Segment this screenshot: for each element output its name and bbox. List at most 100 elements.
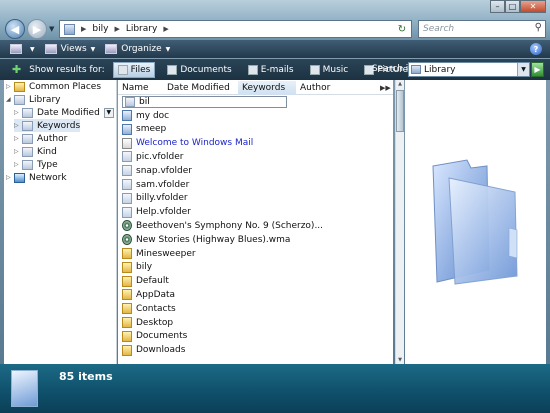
- search-input[interactable]: Search ⚲: [418, 20, 546, 38]
- refresh-icon[interactable]: ↻: [395, 22, 409, 36]
- list-item[interactable]: smeep: [122, 123, 166, 136]
- filter-label: Files: [130, 64, 151, 75]
- folder-icon: [122, 261, 132, 273]
- item-count: 85 items: [59, 370, 113, 383]
- folder-icon: [22, 146, 33, 157]
- list-item[interactable]: New Stories (Highway Blues).wma: [122, 233, 290, 246]
- more-columns-icon[interactable]: ▶▶: [376, 81, 392, 95]
- chevron-down-icon[interactable]: ▼: [517, 63, 529, 76]
- tree-item-common-places[interactable]: ▷ Common Places: [6, 80, 101, 93]
- tree-item-label: Keywords: [37, 120, 81, 131]
- column-keywords[interactable]: Keywords: [238, 81, 296, 95]
- layout-button[interactable]: ▼: [10, 44, 35, 54]
- column-headers: Name Date Modified Keywords Author ▶▶: [118, 81, 393, 95]
- filter-label: Music: [322, 64, 349, 75]
- list-item[interactable]: my doc: [122, 109, 169, 122]
- filter-music-button[interactable]: Music: [306, 63, 353, 77]
- organize-button[interactable]: Organize ▼: [105, 44, 170, 54]
- file-name: Welcome to Windows Mail: [136, 138, 254, 149]
- expand-icon[interactable]: ▷: [6, 174, 14, 181]
- folder-icon: [122, 289, 132, 301]
- column-author[interactable]: Author: [296, 81, 366, 95]
- breadcrumb-separator-icon: ▶: [114, 25, 120, 33]
- collapse-icon[interactable]: ◢: [6, 96, 14, 103]
- list-item[interactable]: AppData: [122, 288, 175, 301]
- file-name: sam.vfolder: [136, 179, 190, 190]
- list-item[interactable]: Contacts: [122, 302, 176, 315]
- column-date-modified[interactable]: Date Modified: [163, 81, 238, 95]
- list-item[interactable]: Help.vfolder: [122, 206, 191, 219]
- tree-item-date-modified[interactable]: ▷ Date Modified ▼: [14, 106, 114, 119]
- list-item[interactable]: snap.vfolder: [122, 164, 192, 177]
- list-item[interactable]: Beethoven's Symphony No. 9 (Scherzo)...: [122, 219, 323, 232]
- file-name: Minesweeper: [136, 248, 196, 259]
- list-item[interactable]: Downloads: [122, 344, 185, 357]
- minimize-button[interactable]: –: [490, 0, 505, 13]
- tree-item-kind[interactable]: ▷ Kind: [14, 145, 57, 158]
- virtual-folder-icon: [122, 192, 132, 204]
- chevron-down-icon[interactable]: ▼: [103, 107, 114, 118]
- list-item[interactable]: Welcome to Windows Mail: [122, 137, 253, 150]
- breadcrumb-library[interactable]: Library: [126, 24, 157, 34]
- forward-button[interactable]: ▶: [27, 19, 47, 39]
- vertical-scrollbar[interactable]: ▲ ▼: [395, 80, 404, 364]
- recent-pages-dropdown-icon[interactable]: ▼: [49, 25, 54, 33]
- expand-icon[interactable]: ▷: [14, 161, 22, 168]
- filter-files-button[interactable]: Files: [112, 61, 156, 78]
- close-button[interactable]: ✕: [520, 0, 546, 13]
- expand-icon[interactable]: ▷: [14, 148, 22, 155]
- scroll-up-icon[interactable]: ▲: [396, 80, 404, 88]
- list-item[interactable]: billy.vfolder: [122, 192, 188, 205]
- back-button[interactable]: ◀: [5, 19, 25, 39]
- chevron-down-icon: ▼: [90, 45, 96, 53]
- filter-documents-button[interactable]: Documents: [163, 63, 235, 77]
- tree-item-type[interactable]: ▷ Type: [14, 158, 58, 171]
- maximize-button[interactable]: □: [505, 0, 520, 13]
- expand-icon[interactable]: ▷: [14, 135, 22, 142]
- list-item[interactable]: Desktop: [122, 316, 173, 329]
- list-item[interactable]: Minesweeper: [122, 247, 196, 260]
- list-item[interactable]: pic.vfolder: [122, 150, 183, 163]
- views-button[interactable]: Views ▼: [44, 44, 96, 54]
- add-criteria-icon[interactable]: ✚: [12, 63, 21, 76]
- navigation-pane: ▷ Common Places ◢ Library ▷ Date Modifie…: [4, 80, 117, 364]
- search-icon[interactable]: ⚲: [535, 22, 542, 33]
- title-bar: – □ ✕ ◀ ▶ ▼ ▶ bily ▶ Library ▶ ↻ Search …: [0, 0, 550, 40]
- breadcrumb-bily[interactable]: bily: [92, 24, 108, 34]
- list-item[interactable]: Documents: [122, 330, 187, 343]
- tree-item-network[interactable]: ▷ Network: [6, 171, 67, 184]
- tree-item-label: Library: [29, 94, 61, 105]
- library-icon: [14, 94, 25, 105]
- scroll-thumb[interactable]: [396, 90, 404, 132]
- tree-item-keywords[interactable]: ▷ Keywords: [14, 119, 81, 132]
- column-name[interactable]: Name: [118, 81, 163, 95]
- library-icon: [11, 370, 38, 407]
- list-item[interactable]: bily: [122, 261, 152, 274]
- preview-pane: [405, 80, 546, 364]
- list-item[interactable]: sam.vfolder: [122, 178, 189, 191]
- tree-item-library[interactable]: ◢ Library: [6, 93, 60, 106]
- address-bar[interactable]: ▶ bily ▶ Library ▶ ↻: [59, 20, 412, 38]
- file-name: AppData: [136, 289, 176, 300]
- expand-icon[interactable]: ▷: [6, 83, 14, 90]
- folder-icon: [22, 133, 33, 144]
- file-name: Contacts: [136, 303, 176, 314]
- search-in-select[interactable]: Library ▼: [408, 62, 530, 77]
- help-icon[interactable]: ?: [530, 43, 542, 55]
- expand-icon[interactable]: ▷: [14, 122, 22, 129]
- filter-emails-button[interactable]: E-mails: [244, 63, 298, 77]
- scroll-down-icon[interactable]: ▼: [396, 356, 404, 364]
- expand-icon[interactable]: ▷: [14, 109, 22, 116]
- list-item[interactable]: Default: [122, 275, 169, 288]
- file-name: my doc: [136, 110, 170, 121]
- search-go-button[interactable]: ▶: [531, 62, 544, 77]
- file-name: billy.vfolder: [136, 193, 188, 204]
- views-icon: [44, 44, 57, 54]
- search-pane: ✚ Show results for: Files Documents E-ma…: [0, 59, 550, 80]
- tree-item-label: Date Modified: [37, 107, 100, 118]
- library-icon: [411, 65, 421, 74]
- chevron-down-icon: ▼: [30, 45, 35, 53]
- file-list: Name Date Modified Keywords Author ▶▶ bi…: [118, 80, 393, 364]
- tree-item-author[interactable]: ▷ Author: [14, 132, 67, 145]
- filter-input[interactable]: bil: [122, 96, 287, 108]
